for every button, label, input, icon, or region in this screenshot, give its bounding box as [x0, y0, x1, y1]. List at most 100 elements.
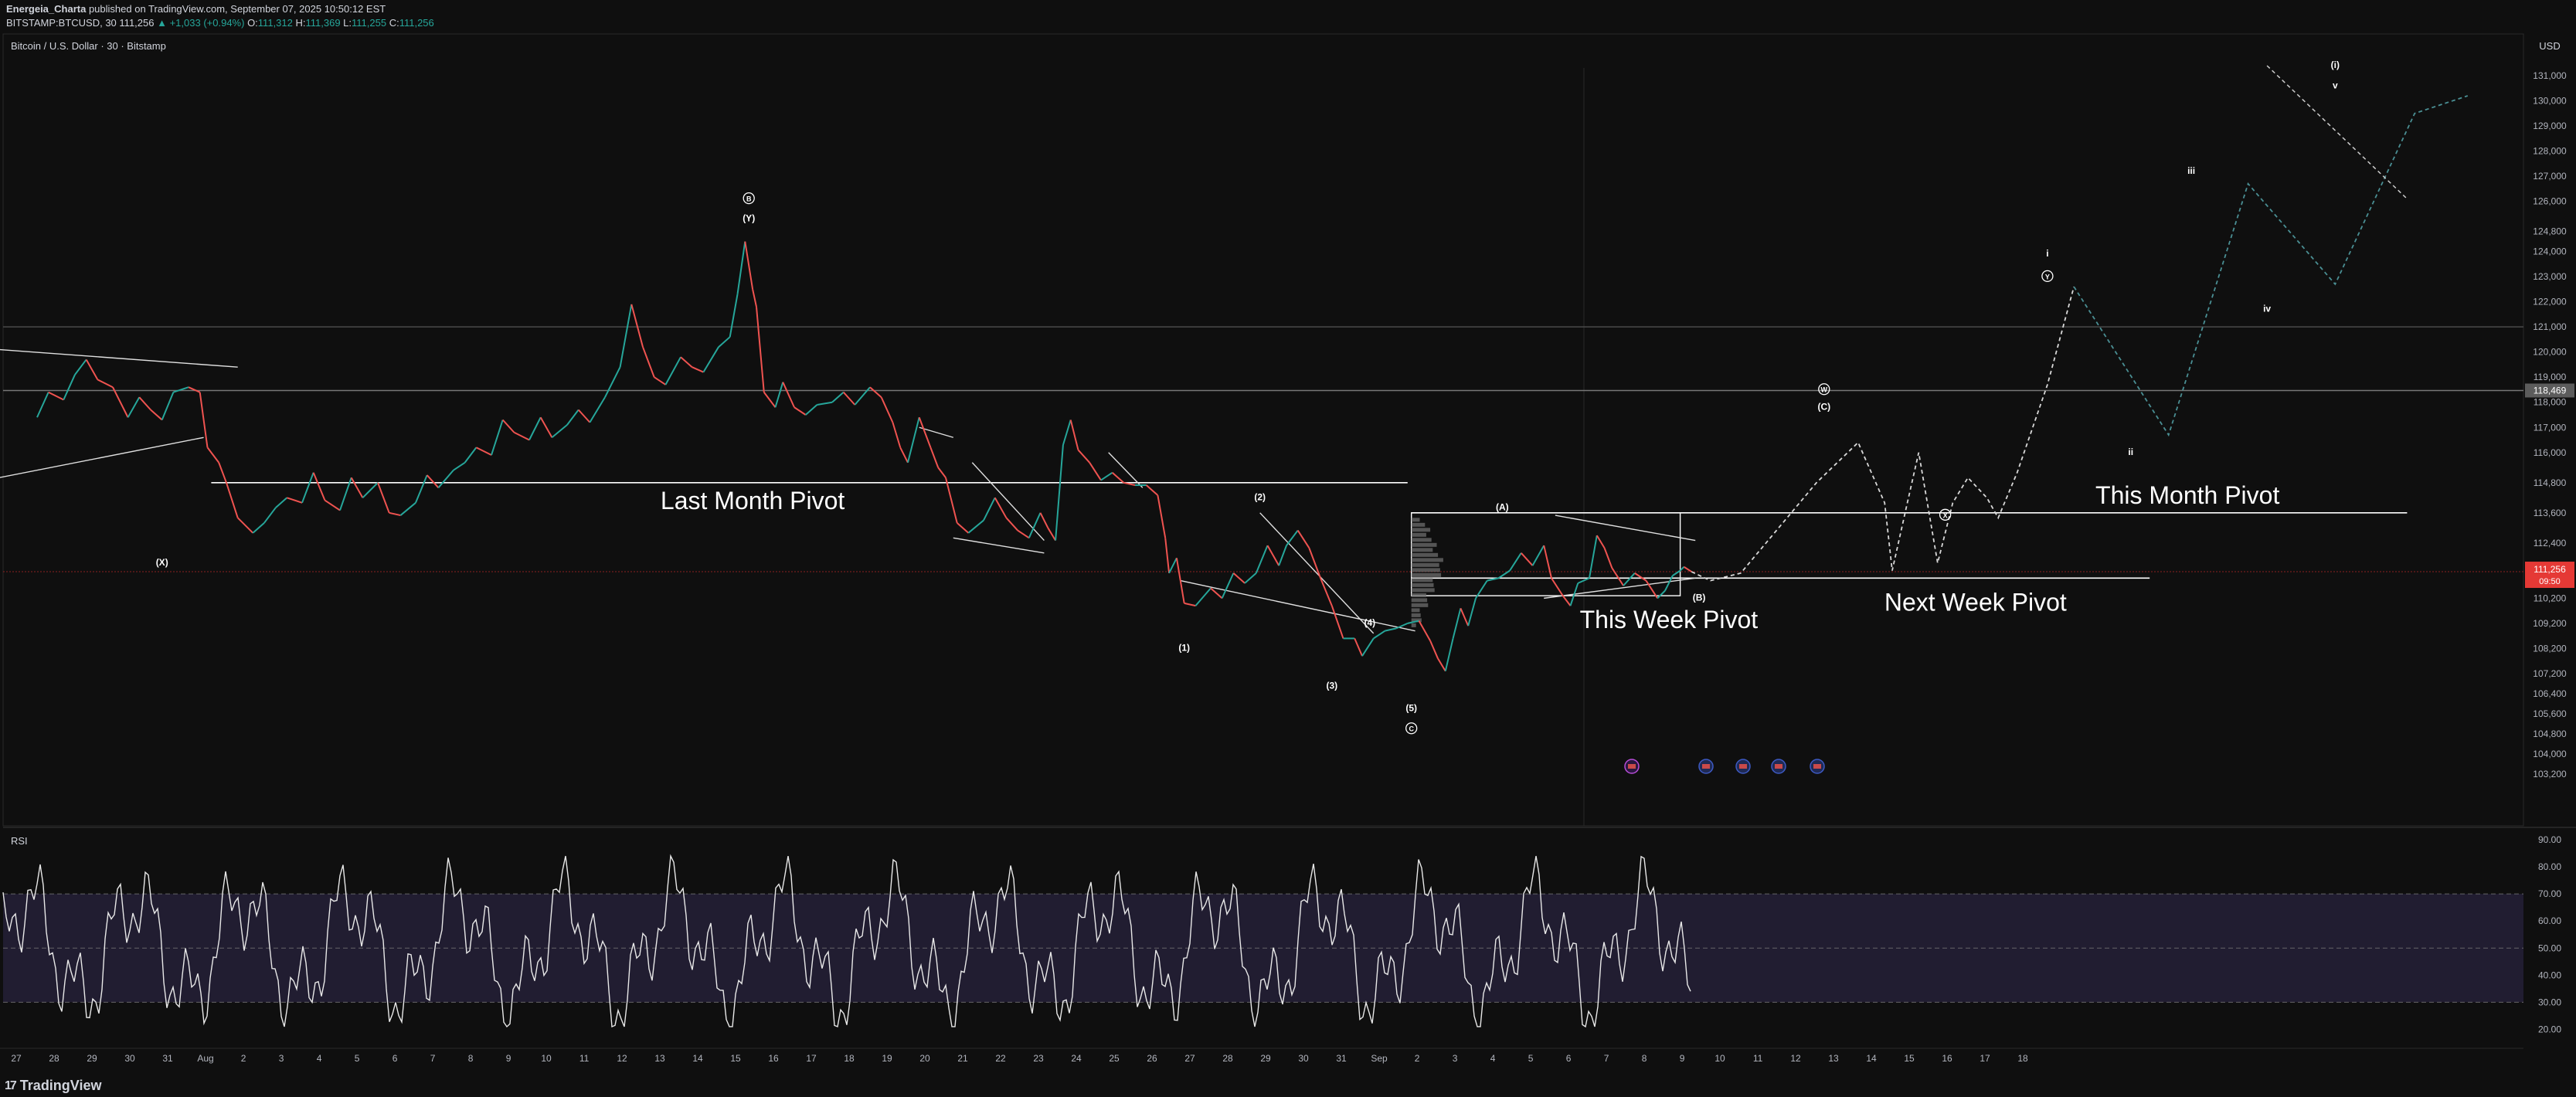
rsi-tick-label: 70.00 — [2538, 888, 2561, 899]
bar-countdown: 09:50 — [2539, 577, 2561, 586]
rsi-tick-label: 80.00 — [2538, 861, 2561, 872]
wave-text: ii — [2128, 447, 2133, 457]
high-label: H: — [295, 17, 306, 29]
time-tick-label: 27 — [11, 1053, 22, 1064]
time-tick-label: 6 — [393, 1053, 398, 1064]
wave-text: iv — [2263, 304, 2271, 314]
wave-label: (i) — [2331, 59, 2340, 70]
time-tick-label: 4 — [317, 1053, 322, 1064]
wave-text: (1) — [1178, 643, 1190, 654]
time-tick-label: 15 — [1904, 1053, 1915, 1064]
price-tick-label: 103,200 — [2533, 769, 2567, 779]
time-tick-label: 16 — [1942, 1053, 1952, 1064]
wave-label: (A) — [1496, 502, 1509, 513]
currency-label[interactable]: USD — [2539, 40, 2560, 52]
open-value: 111,312 — [257, 17, 293, 29]
us-flag-event-icon — [1698, 759, 1714, 774]
price-tick-label: 130,000 — [2533, 96, 2567, 107]
rsi-tick-label: 30.00 — [2538, 997, 2561, 1007]
time-tick-label: 17 — [1980, 1053, 1990, 1064]
last-price-value: 111,256 — [2534, 564, 2566, 575]
rsi-tick-label: 20.00 — [2538, 1024, 2561, 1034]
time-tick-label: 2 — [1415, 1053, 1420, 1064]
price-tick-label: 126,000 — [2533, 196, 2567, 207]
volume-profile-bar — [1411, 593, 1426, 597]
low-value: 111,255 — [352, 17, 387, 29]
volume-profile-bar — [1411, 603, 1429, 607]
time-tick-label: 10 — [541, 1053, 552, 1064]
time-tick-label: 14 — [1866, 1053, 1877, 1064]
volume-profile-bar — [1411, 623, 1416, 627]
time-tick-label: 29 — [87, 1053, 97, 1064]
time-tick-label: 31 — [162, 1053, 173, 1064]
time-tick-label: 24 — [1071, 1053, 1082, 1064]
footer: 17 TradingView — [0, 1074, 2576, 1097]
price-axis[interactable]: 131,000 130,000 129,000 128,000 127,000 126,0… — [2533, 70, 2567, 779]
time-tick-label: 13 — [1828, 1053, 1839, 1064]
price-tick-label: 107,200 — [2533, 668, 2567, 679]
price-tick-label: 119,000 — [2534, 372, 2567, 382]
price-tick-label: 110,200 — [2534, 593, 2567, 603]
time-tick-label: 17 — [806, 1053, 817, 1064]
price-tick-label: 106,400 — [2533, 688, 2567, 699]
tradingview-logo[interactable]: 17 TradingView — [5, 1078, 102, 1094]
pivot-label: Next Week Pivot — [1884, 588, 2067, 616]
price-tick-label: 128,000 — [2533, 146, 2567, 157]
time-tick-label: 7 — [430, 1053, 436, 1064]
event-marker-flag — [1775, 764, 1782, 769]
price-tick-label: 113,600 — [2534, 508, 2567, 518]
wave-text: (Y) — [743, 213, 755, 224]
price-tick-label: 127,000 — [2533, 171, 2567, 182]
price-chart[interactable]: Bitcoin / U.S. Dollar · 30 · Bitstamp US… — [0, 31, 2576, 1074]
time-tick-label: 8 — [1642, 1053, 1647, 1064]
volume-profile-bar — [1411, 582, 1434, 587]
open-label: O: — [247, 17, 258, 29]
volume-profile-bar — [1411, 538, 1432, 542]
high-value: 111,369 — [305, 17, 341, 29]
chart-title: Bitcoin / U.S. Dollar · 30 · Bitstamp — [11, 40, 166, 52]
time-tick-label: 6 — [1566, 1053, 1572, 1064]
chart-header: Energeia_Charta published on TradingView… — [0, 0, 2576, 31]
time-tick-label: Sep — [1371, 1053, 1388, 1064]
symbol-label[interactable]: BITSTAMP:BTCUSD, 30 — [6, 17, 117, 29]
price-tick-label: 124,800 — [2533, 226, 2567, 237]
price-tick-label: 118,000 — [2534, 397, 2567, 408]
time-tick-label: 12 — [617, 1053, 627, 1064]
price-tick-label: 131,000 — [2533, 70, 2567, 81]
wave-text: v — [2333, 80, 2338, 90]
volume-profile-bar — [1411, 522, 1426, 527]
time-tick-label: 9 — [1680, 1053, 1685, 1064]
time-tick-label: 14 — [692, 1053, 703, 1064]
wave-label: i — [2046, 248, 2048, 259]
brand-name: TradingView — [19, 1078, 102, 1093]
volume-profile-bar — [1411, 558, 1443, 562]
tradingview-logo-icon: 17 — [5, 1078, 17, 1092]
price-tick-label: 121,000 — [2533, 321, 2567, 332]
publisher-line: Energeia_Charta published on TradingView… — [6, 3, 386, 15]
price-tick-label: 122,000 — [2533, 297, 2567, 307]
time-tick-label: 29 — [1260, 1053, 1271, 1064]
low-label: L: — [343, 17, 352, 29]
time-tick-label: 7 — [1604, 1053, 1609, 1064]
author-name[interactable]: Energeia_Charta — [6, 3, 86, 15]
ohlc-line: BITSTAMP:BTCUSD, 30 111,256 ▲ +1,033 (+0… — [6, 17, 434, 29]
volume-profile-bar — [1411, 608, 1420, 613]
price-tick-label: 104,800 — [2533, 729, 2567, 739]
time-tick-label: 2 — [241, 1053, 246, 1064]
wave-text: Y — [2045, 273, 2050, 280]
time-tick-label: 5 — [1528, 1053, 1534, 1064]
pivot-label: This Month Pivot — [2095, 481, 2279, 509]
time-tick-label: 11 — [1753, 1053, 1763, 1064]
wave-text: (C) — [1817, 401, 1830, 412]
time-tick-label: 19 — [882, 1053, 892, 1064]
price-tick-label: 124,000 — [2533, 246, 2567, 257]
event-marker-flag — [1628, 764, 1636, 769]
price-tick-label: 129,000 — [2533, 121, 2567, 131]
wave-label: (5) — [1405, 703, 1417, 714]
time-tick-label: 23 — [1033, 1053, 1044, 1064]
time-tick-label: 20 — [919, 1053, 930, 1064]
volume-profile-bar — [1411, 562, 1439, 567]
wave-label: (2) — [1254, 492, 1266, 503]
volume-profile-bar — [1411, 532, 1426, 537]
volume-profile-bar — [1411, 542, 1437, 547]
